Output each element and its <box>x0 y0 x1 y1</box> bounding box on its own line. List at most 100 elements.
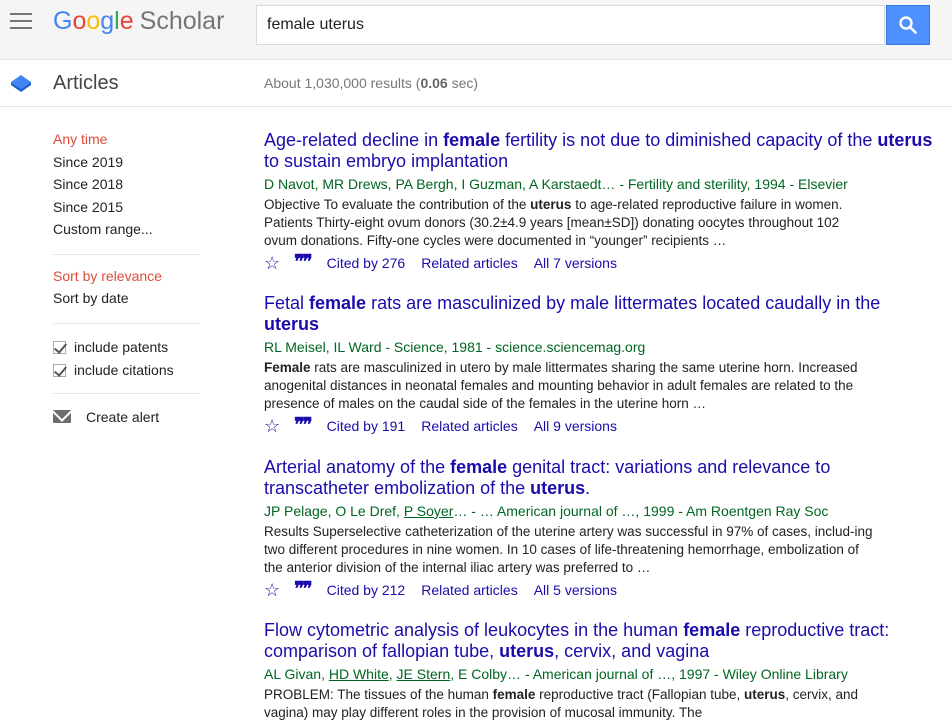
filter-any-time[interactable]: Any time <box>53 130 203 153</box>
all-versions-link[interactable]: All 7 versions <box>534 255 617 271</box>
cited-by-link[interactable]: Cited by 212 <box>327 582 406 598</box>
menu-icon[interactable] <box>10 13 32 31</box>
meta-text: … - … American journal of …, 1999 - Am R… <box>453 503 829 519</box>
cite-quote-icon[interactable]: ❞❞ <box>294 253 313 272</box>
logo-suffix: Scholar <box>139 7 225 35</box>
title-text: . <box>585 478 591 498</box>
sort-by-date[interactable]: Sort by date <box>53 289 203 312</box>
highlighted-term: female <box>443 130 501 150</box>
mail-icon <box>53 410 71 423</box>
google-scholar-logo[interactable]: Google Scholar <box>53 6 224 36</box>
star-icon[interactable]: ☆ <box>264 417 280 435</box>
cited-by-link[interactable]: Cited by 276 <box>327 255 406 271</box>
search-button[interactable] <box>886 5 930 45</box>
result-title-link[interactable]: Fetal female rats are masculinized by ma… <box>264 293 934 335</box>
results-time: 0.06 <box>420 75 448 91</box>
result-authors-source: AL Givan, HD White, JE Stern, E Colby… -… <box>264 665 934 684</box>
title-text: fertility is not due to diminished capac… <box>500 130 878 150</box>
search-result: Flow cytometric analysis of leukocytes i… <box>264 620 934 722</box>
related-articles-link[interactable]: Related articles <box>421 418 518 434</box>
sort-by-relevance[interactable]: Sort by relevance <box>53 267 203 290</box>
title-text: Arterial anatomy of the <box>264 457 451 477</box>
highlighted-term: Female <box>264 360 311 375</box>
highlighted-term: female <box>450 457 508 477</box>
result-authors-source: D Navot, MR Drews, PA Bergh, I Guzman, A… <box>264 175 934 194</box>
result-snippet: Results Superselective catheterization o… <box>264 523 874 577</box>
meta-text: , E Colby… - American journal of …, 1997… <box>450 666 848 682</box>
result-title-link[interactable]: Age-related decline in female fertility … <box>264 130 934 172</box>
result-actions: ☆ ❞❞ Cited by 276 Related articles All 7 ver… <box>264 253 934 273</box>
result-title-link[interactable]: Arterial anatomy of the female genital t… <box>264 457 934 499</box>
title-text: Fetal <box>264 293 310 313</box>
result-authors-source: JP Pelage, O Le Dref, P Soyer… - … Ameri… <box>264 502 934 521</box>
divider <box>53 253 200 255</box>
results-count-suffix: sec) <box>447 75 479 91</box>
cite-quote-icon[interactable]: ❞❞ <box>294 580 313 599</box>
snippet-text: Results Superselective catheterization o… <box>264 524 873 575</box>
title-text: to sustain embryo implantation <box>264 151 509 171</box>
related-articles-link[interactable]: Related articles <box>421 582 518 598</box>
meta-text: D Navot, MR Drews, PA Bergh, I Guzman, A… <box>264 176 848 192</box>
results-count: About 1,030,000 results (0.06 sec) <box>264 75 478 91</box>
meta-text: JP Pelage, O Le Dref, <box>264 503 404 519</box>
filter-since-2018[interactable]: Since 2018 <box>53 175 203 198</box>
star-icon[interactable]: ☆ <box>264 254 280 272</box>
snippet-text: PROBLEM: The tissues of the human <box>264 687 493 702</box>
highlighted-term: female <box>683 620 741 640</box>
snippet-text: Objective To evaluate the contribution o… <box>264 197 531 212</box>
result-title-link[interactable]: Flow cytometric analysis of leukocytes i… <box>264 620 934 662</box>
include-citations-label: include citations <box>74 361 174 378</box>
include-patents-checkbox[interactable]: include patents <box>53 336 203 359</box>
cite-quote-icon[interactable]: ❞❞ <box>294 416 313 435</box>
filter-since-2015[interactable]: Since 2015 <box>53 198 203 221</box>
highlighted-term: female <box>309 293 367 313</box>
sidebar: Any time Since 2019 Since 2018 Since 201… <box>53 130 203 428</box>
search-input[interactable] <box>257 6 884 44</box>
search-result: Fetal female rats are masculinized by ma… <box>264 293 934 436</box>
snippet-text: rats are masculinized in utero by male l… <box>264 360 858 411</box>
snippet-text: reproductive tract (Fallopian tube, <box>535 687 745 702</box>
create-alert-button[interactable]: Create alert <box>53 406 203 428</box>
highlighted-term: uterus <box>530 478 586 498</box>
articles-icon <box>11 75 31 92</box>
meta-text: , <box>388 666 397 682</box>
all-versions-link[interactable]: All 5 versions <box>534 582 617 598</box>
title-text: , cervix, and vagina <box>554 641 710 661</box>
star-icon[interactable]: ☆ <box>264 581 280 599</box>
related-articles-link[interactable]: Related articles <box>421 255 518 271</box>
section-title[interactable]: Articles <box>53 72 119 95</box>
result-actions: ☆ ❞❞ Cited by 212 Related articles All 5 ver… <box>264 580 934 600</box>
author-link[interactable]: JE Stern <box>397 666 451 682</box>
search-icon <box>899 16 917 34</box>
author-link[interactable]: P Soyer <box>404 503 454 519</box>
result-actions: ☆ ❞❞ Cited by 191 Related articles All 9 ver… <box>264 416 934 436</box>
checkbox-icon <box>53 340 66 354</box>
highlighted-term: uterus <box>264 314 320 334</box>
checkbox-icon <box>53 363 66 377</box>
highlighted-term: female <box>492 687 536 702</box>
title-text: Age-related decline in <box>264 130 444 150</box>
result-snippet: PROBLEM: The tissues of the human female… <box>264 686 874 722</box>
include-citations-checkbox[interactable]: include citations <box>53 359 203 382</box>
results-count-prefix: About 1,030,000 results ( <box>264 75 421 91</box>
create-alert-label: Create alert <box>86 408 160 425</box>
filter-custom-range[interactable]: Custom range... <box>53 220 203 243</box>
title-text: Flow cytometric analysis of leukocytes i… <box>264 620 684 640</box>
result-snippet: Objective To evaluate the contribution o… <box>264 196 874 250</box>
include-patents-label: include patents <box>74 338 169 355</box>
search-result: Age-related decline in female fertility … <box>264 130 934 273</box>
divider <box>53 392 200 394</box>
search-result: Arterial anatomy of the female genital t… <box>264 457 934 600</box>
highlighted-term: uterus <box>877 130 933 150</box>
logo-letter: e <box>119 7 134 35</box>
filter-since-2019[interactable]: Since 2019 <box>53 153 203 176</box>
all-versions-link[interactable]: All 9 versions <box>534 418 617 434</box>
logo-letter: g <box>100 7 115 35</box>
author-link[interactable]: HD White <box>329 666 389 682</box>
logo-letter: G <box>53 7 73 35</box>
cited-by-link[interactable]: Cited by 191 <box>327 418 406 434</box>
meta-text: AL Givan, <box>264 666 329 682</box>
result-snippet: Female rats are masculinized in utero by… <box>264 359 874 413</box>
result-authors-source: RL Meisel, IL Ward - Science, 1981 - sci… <box>264 338 934 357</box>
logo-letter: o <box>86 7 101 35</box>
